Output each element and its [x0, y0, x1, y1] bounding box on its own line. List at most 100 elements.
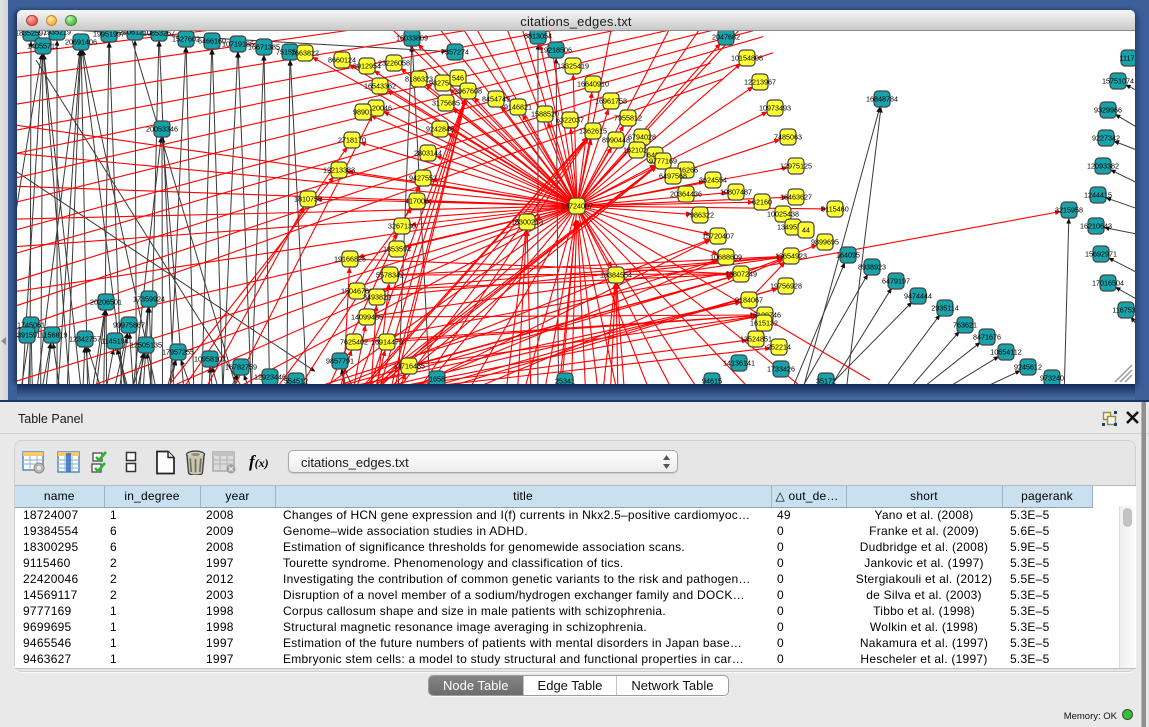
svg-text:1733426: 1733426 — [767, 365, 795, 374]
svg-text:12505135: 12505135 — [130, 341, 162, 350]
svg-text:3215958: 3215958 — [1055, 206, 1083, 215]
svg-text:1353594: 1353594 — [383, 245, 411, 254]
svg-text:17957255: 17957255 — [162, 348, 194, 357]
svg-text:8990448: 8990448 — [602, 136, 630, 145]
svg-text:10654112: 10654112 — [990, 348, 1021, 357]
svg-text:7357274: 7357274 — [441, 48, 469, 57]
svg-text:5578342: 5578342 — [376, 271, 404, 280]
svg-text:16848784: 16848784 — [866, 95, 898, 104]
svg-text:16914479: 16914479 — [371, 338, 403, 347]
svg-text:14099485: 14099485 — [351, 313, 383, 322]
svg-text:8660124: 8660124 — [328, 56, 356, 65]
svg-text:17359924: 17359924 — [133, 295, 165, 304]
svg-text:16640910: 16640910 — [577, 80, 609, 89]
svg-text:1810755: 1810755 — [294, 195, 322, 204]
svg-text:9227342: 9227342 — [1092, 134, 1120, 143]
svg-text:14136141: 14136141 — [723, 359, 755, 368]
svg-text:1658: 1658 — [429, 375, 445, 384]
svg-text:6497568: 6497568 — [659, 172, 687, 181]
svg-text:15720407: 15720407 — [702, 232, 734, 241]
svg-text:6322037: 6322037 — [556, 116, 584, 125]
svg-text:12093382: 12093382 — [1087, 162, 1119, 171]
svg-text:2047682: 2047682 — [712, 33, 740, 42]
svg-text:7955812: 7955812 — [614, 114, 642, 123]
svg-text:3493822: 3493822 — [363, 293, 391, 302]
svg-text:3624554: 3624554 — [699, 176, 727, 185]
svg-text:10958107: 10958107 — [194, 355, 226, 364]
svg-text:7625402: 7625402 — [340, 338, 368, 347]
svg-text:12213383: 12213383 — [323, 166, 355, 175]
svg-text:16543362: 16543362 — [364, 82, 396, 91]
svg-text:2803144: 2803144 — [414, 149, 442, 158]
svg-text:417006: 417006 — [405, 197, 429, 206]
svg-text:2967608: 2967608 — [454, 87, 482, 96]
svg-text:1527602: 1527602 — [172, 35, 200, 44]
svg-text:14055712: 14055712 — [27, 42, 59, 51]
svg-text:25341: 25341 — [555, 377, 575, 385]
svg-text:19218506: 19218506 — [540, 46, 572, 55]
svg-text:8813054: 8813054 — [524, 32, 552, 41]
svg-text:20053346: 20053346 — [146, 125, 178, 134]
svg-text:62160: 62160 — [752, 198, 772, 207]
svg-text:9899695: 9899695 — [811, 238, 839, 247]
svg-text:9115460: 9115460 — [821, 205, 848, 214]
svg-text:98901: 98901 — [353, 108, 373, 117]
svg-text:15300213: 15300213 — [511, 218, 543, 227]
svg-text:10807487: 10807487 — [720, 188, 752, 197]
svg-text:164095: 164095 — [836, 251, 860, 260]
svg-text:20364436: 20364436 — [670, 190, 702, 199]
svg-text:9474444: 9474444 — [904, 292, 932, 301]
svg-text:35172: 35172 — [816, 377, 836, 385]
svg-text:10025438: 10025438 — [767, 210, 799, 219]
svg-text:19384554: 19384554 — [600, 271, 632, 280]
svg-text:554512: 554512 — [284, 377, 308, 385]
svg-text:20691406: 20691406 — [65, 38, 97, 47]
svg-text:9245612: 9245612 — [1014, 363, 1042, 372]
svg-text:9777169: 9777169 — [649, 157, 677, 166]
svg-text:12975125: 12975125 — [780, 162, 812, 171]
svg-text:39159: 39159 — [17, 331, 37, 340]
svg-text:6794028: 6794028 — [628, 133, 656, 142]
svg-text:7986322: 7986322 — [686, 211, 714, 220]
svg-text:7663822: 7663822 — [291, 49, 319, 58]
svg-text:16463627: 16463627 — [780, 193, 812, 202]
svg-text:2718170: 2718170 — [338, 136, 366, 145]
svg-text:2935114: 2935114 — [931, 304, 958, 313]
svg-text:3267130: 3267130 — [388, 222, 416, 231]
svg-text:1588520: 1588520 — [531, 110, 559, 119]
svg-text:973240: 973240 — [1040, 374, 1064, 383]
svg-text:10688609: 10688609 — [710, 253, 742, 262]
svg-text:6479197: 6479197 — [882, 277, 910, 286]
svg-text:16782759: 16782759 — [225, 363, 257, 372]
svg-text:15751074: 15751074 — [1102, 77, 1134, 86]
svg-text:20206501: 20206501 — [90, 298, 122, 307]
svg-text:16033809: 16033809 — [396, 34, 428, 43]
svg-text:13325419: 13325419 — [557, 62, 589, 71]
svg-text:19756928: 19756928 — [770, 282, 802, 291]
svg-text:17016504: 17016504 — [1092, 279, 1124, 288]
svg-text:546: 546 — [452, 74, 464, 83]
svg-text:8912954: 8912954 — [353, 62, 381, 71]
svg-text:9146821: 9146821 — [504, 103, 532, 112]
svg-text:9329966: 9329966 — [1094, 106, 1122, 115]
svg-text:252214: 252214 — [767, 343, 791, 352]
svg-text:7485063: 7485063 — [774, 133, 802, 142]
svg-text:3175685: 3175685 — [432, 99, 460, 108]
svg-text:18807249: 18807249 — [725, 270, 757, 279]
svg-text:13654923: 13654923 — [775, 252, 807, 261]
svg-text:9857791: 9857791 — [326, 357, 354, 366]
svg-text:10853267: 10853267 — [143, 31, 175, 38]
svg-text:11173: 11173 — [1120, 54, 1135, 63]
svg-text:44: 44 — [802, 226, 810, 235]
svg-text:1362615: 1362615 — [579, 127, 607, 136]
svg-text:1615132: 1615132 — [750, 319, 778, 328]
svg-text:13716485: 13716485 — [393, 362, 425, 371]
svg-text:1935219: 1935219 — [43, 31, 71, 37]
svg-text:12213967: 12213967 — [744, 78, 776, 87]
svg-text:10973493: 10973493 — [759, 104, 791, 113]
svg-text:8471676: 8471676 — [973, 333, 1001, 342]
svg-text:18724007: 18724007 — [561, 202, 593, 211]
svg-text:23226058: 23226058 — [378, 59, 410, 68]
svg-text:9427552: 9427552 — [409, 174, 437, 183]
svg-text:1167533: 1167533 — [1112, 306, 1135, 315]
